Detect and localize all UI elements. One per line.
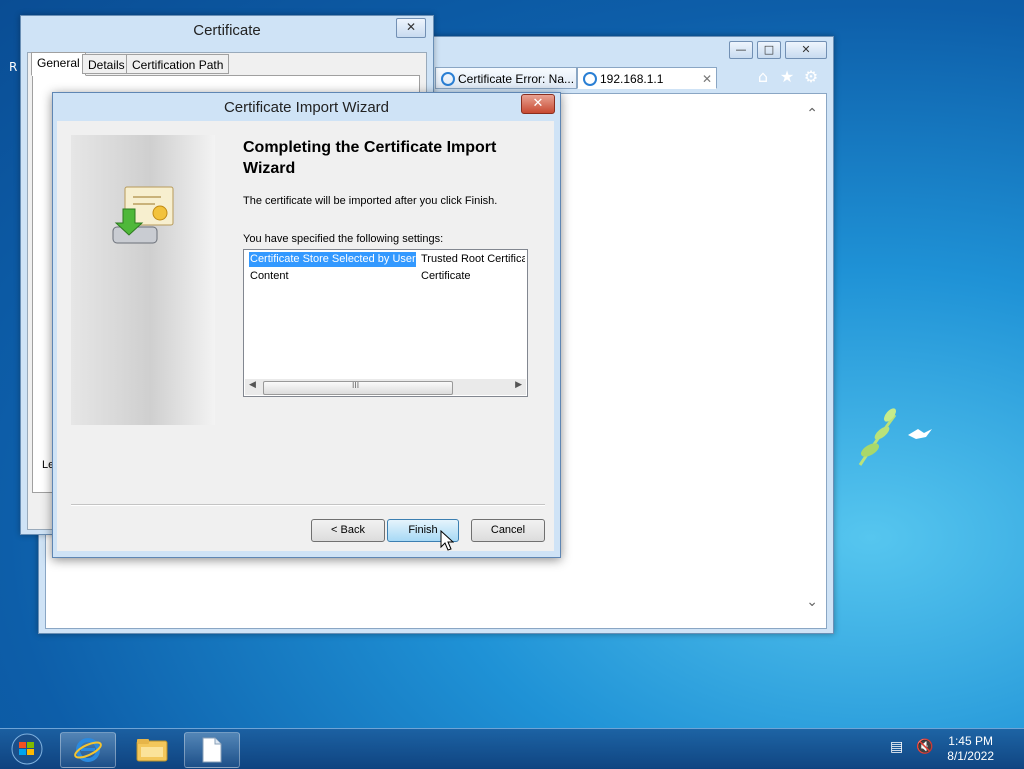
volume-muted-icon[interactable]: 🔇 [916, 739, 933, 755]
clock-time: 1:45 PM [948, 734, 993, 748]
minimize-button[interactable]: — [729, 41, 753, 59]
home-icon[interactable]: ⌂ [753, 67, 773, 87]
settings-label: You have specified the following setting… [243, 233, 444, 245]
settings-key[interactable]: Certificate Store Selected by User [249, 252, 416, 267]
file-explorer-icon [136, 739, 168, 762]
certificate-close-button[interactable]: ✕ [396, 18, 426, 38]
wizard-description: The certificate will be imported after y… [243, 195, 498, 207]
tab-certification-path[interactable]: Certification Path [126, 54, 230, 74]
system-clock[interactable]: 1:45 PM 8/1/2022 [947, 734, 994, 764]
wizard-body: Completing the Certificate Import Wizard… [57, 121, 554, 551]
network-icon[interactable]: ▤ [890, 739, 903, 755]
certificate-import-wizard-dialog: Certificate Import Wizard ✕ Completing t… [52, 92, 561, 558]
cancel-button[interactable]: Cancel [471, 519, 545, 542]
certificate-icon [112, 186, 174, 244]
tab-192-168-1-1[interactable]: 192.168.1.1 ✕ [577, 67, 717, 89]
tab-close-icon[interactable]: ✕ [702, 68, 712, 88]
horizontal-scrollbar[interactable]: ◀ III ▶ [245, 379, 526, 395]
taskbar-file-explorer[interactable] [124, 732, 180, 768]
tab-certificate-error[interactable]: Certificate Error: Na... [435, 67, 577, 89]
settings-value: Trusted Root Certifica [421, 253, 525, 265]
scroll-right-arrow[interactable]: ▶ [515, 380, 522, 390]
document-icon [202, 737, 222, 763]
wizard-sidebar-graphic [71, 135, 215, 425]
settings-list[interactable]: Certificate Store Selected by User Trust… [243, 249, 528, 397]
wizard-heading: Completing the Certificate Import Wizard [243, 139, 497, 177]
desktop-cut-text: R [9, 60, 18, 74]
wizard-title: Certificate Import Wizard [223, 99, 390, 116]
ie-icon [583, 72, 597, 86]
start-orb-icon[interactable] [8, 733, 46, 765]
settings-key[interactable]: Content [250, 269, 289, 284]
clock-date: 8/1/2022 [947, 749, 994, 763]
close-button[interactable]: ✕ [785, 41, 827, 59]
tab-details[interactable]: Details [82, 54, 131, 74]
wizard-close-button[interactable]: ✕ [521, 94, 555, 114]
desktop-bird-decoration [858, 408, 932, 466]
scrollbar-grip: III [352, 381, 360, 390]
scrollbar-thumb[interactable]: III [263, 381, 453, 395]
favorites-star-icon[interactable]: ★ [777, 67, 797, 87]
tab-general[interactable]: General [31, 52, 86, 76]
ie-icon [74, 738, 102, 762]
scroll-left-arrow[interactable]: ◀ [249, 380, 256, 390]
settings-gear-icon[interactable]: ⚙ [801, 67, 821, 87]
maximize-button[interactable]: □ [757, 41, 781, 59]
mouse-cursor-icon [440, 530, 454, 551]
scroll-down-arrow[interactable]: ⌄ [806, 594, 818, 610]
ie-icon [441, 72, 455, 86]
taskbar: ▤ 🔇 1:45 PM 8/1/2022 [0, 728, 1024, 769]
certificate-window-title: Certificate [193, 22, 261, 39]
taskbar-internet-explorer[interactable] [60, 732, 116, 768]
wizard-separator [71, 504, 545, 506]
taskbar-document[interactable] [184, 732, 240, 768]
back-button[interactable]: < Back [311, 519, 385, 542]
settings-value: Certificate [421, 270, 471, 282]
scroll-up-arrow[interactable]: ⌃ [806, 106, 818, 122]
